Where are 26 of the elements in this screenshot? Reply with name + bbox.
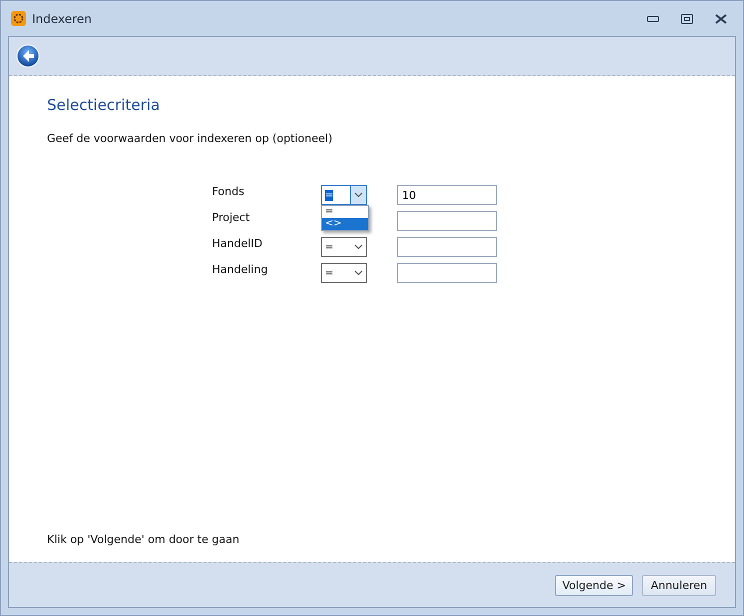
page-heading: Selectiecriteria [47,96,161,114]
minimize-icon[interactable] [647,16,659,22]
criterion-label: HandelID [212,237,264,250]
value-field[interactable]: 10 [397,185,497,205]
value-field[interactable] [397,237,497,257]
restore-icon[interactable] [681,14,693,24]
value-field[interactable] [397,263,497,283]
criterion-label: Fonds [212,185,246,198]
hint-text: Klik op 'Volgende' om door te gaan [47,533,240,546]
app-icon [11,11,26,26]
dropdown-option[interactable]: <> [322,218,368,230]
operator-dropdown[interactable]: = [321,263,367,283]
chevron-down-icon [354,192,363,198]
criterion-label: Handeling [212,263,269,276]
close-icon[interactable] [715,14,727,24]
operator-dropdown[interactable]: = [321,237,367,257]
cancel-button[interactable]: Annuleren [642,574,716,596]
criterion-label: Project [212,211,251,224]
back-button[interactable] [16,44,40,68]
dropdown-option[interactable]: = [322,206,368,218]
next-button[interactable]: Volgende > [555,574,633,596]
window-title: Indexeren [32,12,93,26]
instruction-text: Geef de voorwaarden voor indexeren op (optioneel) [47,132,334,145]
value-field[interactable] [397,211,497,231]
chevron-down-icon [354,244,363,250]
chevron-down-icon [354,270,363,276]
